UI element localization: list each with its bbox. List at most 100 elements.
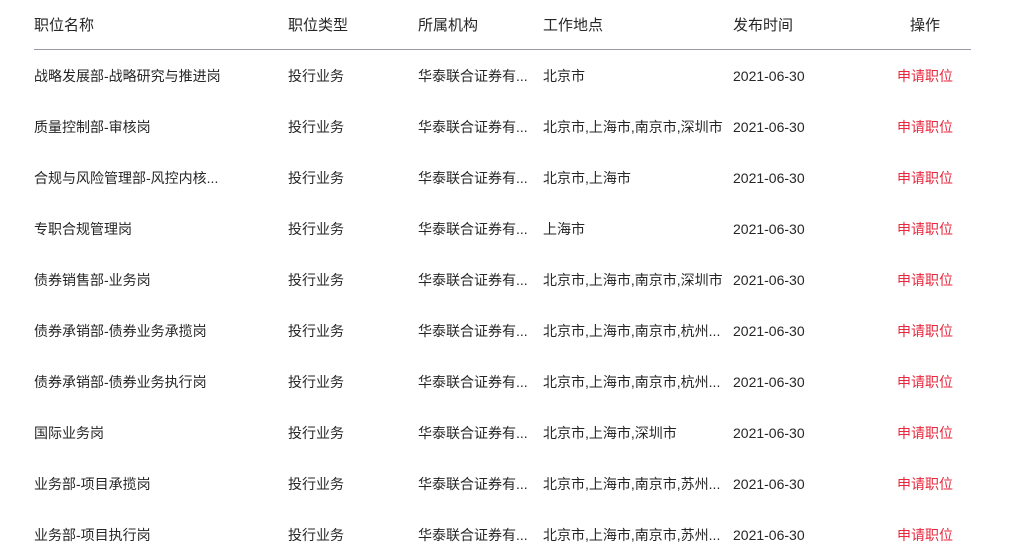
cell-job-type-text: 投行业务 xyxy=(288,117,418,137)
table-row: 债券承销部-债券业务执行岗投行业务华泰联合证券有...北京市,上海市,南京市,杭… xyxy=(34,356,971,407)
apply-job-link[interactable]: 申请职位 xyxy=(897,425,953,441)
cell-publish-date: 2021-06-30 xyxy=(733,152,879,203)
column-header-job-name: 职位名称 xyxy=(34,0,288,50)
cell-job-type-text: 投行业务 xyxy=(288,372,418,392)
cell-publish-date-text: 2021-06-30 xyxy=(733,170,879,186)
apply-job-link[interactable]: 申请职位 xyxy=(897,68,953,84)
cell-job-type-text: 投行业务 xyxy=(288,270,418,290)
cell-publish-date: 2021-06-30 xyxy=(733,305,879,356)
cell-publish-date-text: 2021-06-30 xyxy=(733,323,879,339)
cell-organization: 华泰联合证券有... xyxy=(418,152,543,203)
cell-publish-date: 2021-06-30 xyxy=(733,101,879,152)
cell-publish-date: 2021-06-30 xyxy=(733,509,879,560)
cell-job-name-text: 债券销售部-业务岗 xyxy=(34,270,288,290)
cell-location: 上海市 xyxy=(543,203,733,254)
cell-job-name-text: 国际业务岗 xyxy=(34,423,288,443)
cell-job-type: 投行业务 xyxy=(288,101,418,152)
table-row: 国际业务岗投行业务华泰联合证券有...北京市,上海市,深圳市2021-06-30… xyxy=(34,407,971,458)
cell-organization: 华泰联合证券有... xyxy=(418,50,543,102)
cell-job-type-text: 投行业务 xyxy=(288,219,418,239)
cell-organization: 华泰联合证券有... xyxy=(418,458,543,509)
table-body: 战略发展部-战略研究与推进岗投行业务华泰联合证券有...北京市2021-06-3… xyxy=(34,50,971,560)
cell-action: 申请职位 xyxy=(879,152,971,203)
cell-job-type: 投行业务 xyxy=(288,305,418,356)
cell-job-name-text: 专职合规管理岗 xyxy=(34,219,288,239)
table-header-row: 职位名称 职位类型 所属机构 工作地点 发布时间 操作 xyxy=(34,0,971,50)
apply-job-link[interactable]: 申请职位 xyxy=(897,170,953,186)
apply-job-link[interactable]: 申请职位 xyxy=(897,323,953,339)
job-listing-table: 职位名称 职位类型 所属机构 工作地点 发布时间 操作 战略发展部-战略研究与推… xyxy=(34,0,971,560)
column-header-publish-date: 发布时间 xyxy=(733,0,879,50)
cell-action: 申请职位 xyxy=(879,101,971,152)
cell-organization: 华泰联合证券有... xyxy=(418,203,543,254)
cell-action: 申请职位 xyxy=(879,458,971,509)
apply-job-link[interactable]: 申请职位 xyxy=(897,119,953,135)
cell-job-type: 投行业务 xyxy=(288,509,418,560)
apply-job-link[interactable]: 申请职位 xyxy=(897,374,953,390)
cell-organization-text: 华泰联合证券有... xyxy=(418,474,543,494)
cell-job-type: 投行业务 xyxy=(288,458,418,509)
cell-organization: 华泰联合证券有... xyxy=(418,509,543,560)
table-row: 业务部-项目执行岗投行业务华泰联合证券有...北京市,上海市,南京市,苏州...… xyxy=(34,509,971,560)
cell-location: 北京市,上海市,南京市,深圳市 xyxy=(543,101,733,152)
apply-job-link[interactable]: 申请职位 xyxy=(897,272,953,288)
cell-location-text: 北京市,上海市,南京市,杭州... xyxy=(543,321,733,341)
job-listing-panel: 职位名称 职位类型 所属机构 工作地点 发布时间 操作 战略发展部-战略研究与推… xyxy=(0,0,1011,547)
cell-job-type: 投行业务 xyxy=(288,254,418,305)
cell-job-type: 投行业务 xyxy=(288,356,418,407)
table-row: 债券承销部-债券业务承揽岗投行业务华泰联合证券有...北京市,上海市,南京市,杭… xyxy=(34,305,971,356)
cell-action: 申请职位 xyxy=(879,356,971,407)
cell-organization-text: 华泰联合证券有... xyxy=(418,321,543,341)
cell-job-type: 投行业务 xyxy=(288,152,418,203)
cell-location-text: 北京市 xyxy=(543,66,733,86)
cell-publish-date-text: 2021-06-30 xyxy=(733,272,879,288)
cell-location-text: 北京市,上海市,南京市,杭州... xyxy=(543,372,733,392)
table-row: 战略发展部-战略研究与推进岗投行业务华泰联合证券有...北京市2021-06-3… xyxy=(34,50,971,102)
cell-location: 北京市,上海市,南京市,杭州... xyxy=(543,356,733,407)
cell-job-name: 质量控制部-审核岗 xyxy=(34,101,288,152)
cell-organization-text: 华泰联合证券有... xyxy=(418,423,543,443)
column-header-organization: 所属机构 xyxy=(418,0,543,50)
cell-job-type-text: 投行业务 xyxy=(288,474,418,494)
cell-action: 申请职位 xyxy=(879,254,971,305)
apply-job-link[interactable]: 申请职位 xyxy=(897,527,953,543)
table-row: 合规与风险管理部-风控内核...投行业务华泰联合证券有...北京市,上海市202… xyxy=(34,152,971,203)
cell-job-name: 专职合规管理岗 xyxy=(34,203,288,254)
cell-job-name: 债券销售部-业务岗 xyxy=(34,254,288,305)
apply-job-link[interactable]: 申请职位 xyxy=(897,221,953,237)
apply-job-link[interactable]: 申请职位 xyxy=(897,476,953,492)
cell-publish-date: 2021-06-30 xyxy=(733,254,879,305)
cell-publish-date: 2021-06-30 xyxy=(733,407,879,458)
cell-location: 北京市,上海市,南京市,苏州... xyxy=(543,458,733,509)
table-row: 专职合规管理岗投行业务华泰联合证券有...上海市2021-06-30申请职位 xyxy=(34,203,971,254)
cell-publish-date: 2021-06-30 xyxy=(733,356,879,407)
column-header-action: 操作 xyxy=(879,0,971,50)
cell-job-name-text: 债券承销部-债券业务执行岗 xyxy=(34,372,288,392)
cell-job-name: 战略发展部-战略研究与推进岗 xyxy=(34,50,288,102)
cell-location-text: 北京市,上海市,深圳市 xyxy=(543,423,733,443)
cell-location-text: 北京市,上海市 xyxy=(543,168,733,188)
cell-action: 申请职位 xyxy=(879,50,971,102)
cell-location-text: 北京市,上海市,南京市,深圳市 xyxy=(543,270,733,290)
cell-action: 申请职位 xyxy=(879,305,971,356)
cell-organization-text: 华泰联合证券有... xyxy=(418,219,543,239)
cell-job-name-text: 战略发展部-战略研究与推进岗 xyxy=(34,66,288,86)
cell-organization-text: 华泰联合证券有... xyxy=(418,117,543,137)
cell-job-name-text: 业务部-项目执行岗 xyxy=(34,525,288,545)
table-header: 职位名称 职位类型 所属机构 工作地点 发布时间 操作 xyxy=(34,0,971,50)
cell-publish-date-text: 2021-06-30 xyxy=(733,119,879,135)
cell-location-text: 上海市 xyxy=(543,219,733,239)
cell-job-type-text: 投行业务 xyxy=(288,168,418,188)
cell-location-text: 北京市,上海市,南京市,深圳市 xyxy=(543,117,733,137)
cell-publish-date-text: 2021-06-30 xyxy=(733,476,879,492)
cell-location-text: 北京市,上海市,南京市,苏州... xyxy=(543,474,733,494)
cell-location: 北京市,上海市,南京市,深圳市 xyxy=(543,254,733,305)
cell-action: 申请职位 xyxy=(879,203,971,254)
cell-job-name-text: 业务部-项目承揽岗 xyxy=(34,474,288,494)
cell-organization-text: 华泰联合证券有... xyxy=(418,168,543,188)
cell-job-type-text: 投行业务 xyxy=(288,66,418,86)
cell-job-name: 业务部-项目执行岗 xyxy=(34,509,288,560)
cell-job-name: 债券承销部-债券业务承揽岗 xyxy=(34,305,288,356)
cell-job-type: 投行业务 xyxy=(288,50,418,102)
cell-organization-text: 华泰联合证券有... xyxy=(418,525,543,545)
